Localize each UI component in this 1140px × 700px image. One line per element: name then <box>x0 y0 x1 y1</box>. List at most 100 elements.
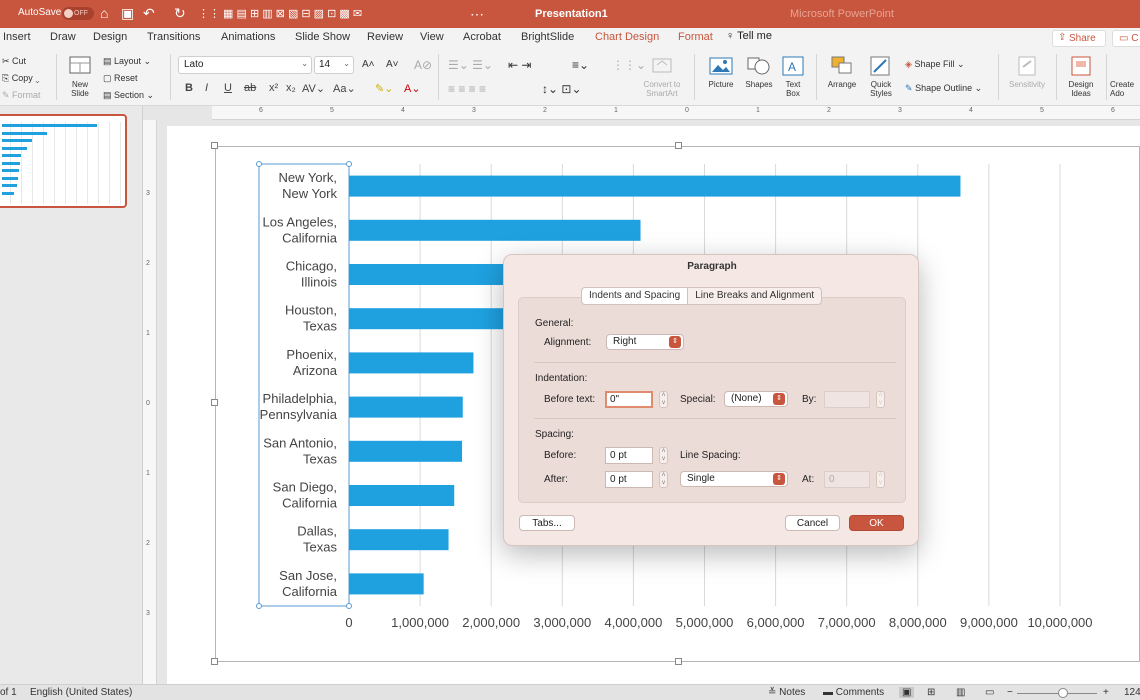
category-label: California <box>282 230 338 245</box>
category-label: Los Angeles, <box>263 214 337 229</box>
alignment-label: Alignment: <box>544 337 592 348</box>
resize-handle[interactable] <box>675 142 682 149</box>
x-tick-label: 7,000,000 <box>818 615 876 630</box>
category-label: California <box>282 584 338 599</box>
spacing-heading: Spacing: <box>535 429 574 440</box>
comments-label: Comments <box>835 687 885 698</box>
x-tick-label: 8,000,000 <box>889 615 947 630</box>
tab-line-breaks[interactable]: Line Breaks and Alignment <box>688 288 821 304</box>
zoom-slider-track[interactable] <box>1017 693 1097 694</box>
resize-handle[interactable] <box>211 658 218 665</box>
x-tick-label: 0 <box>345 615 352 630</box>
reading-view-icon[interactable]: ▥ <box>956 687 965 698</box>
status-bar: of 1 English (United States) ≚ Notes ▬ C… <box>0 684 1140 700</box>
after-spacing-stepper[interactable]: ˄ ˅ <box>659 471 668 488</box>
notes-button[interactable]: ≚ Notes <box>768 687 805 698</box>
by-label: By: <box>802 394 817 405</box>
at-input[interactable]: 0 <box>824 471 870 488</box>
slideshow-icon[interactable]: ▭ <box>985 687 994 698</box>
line-spacing-label: Line Spacing: <box>680 450 741 461</box>
ok-button[interactable]: OK <box>849 515 904 531</box>
language-status[interactable]: English (United States) <box>30 687 132 698</box>
category-label: Phoenix, <box>286 347 337 362</box>
resize-handle[interactable] <box>675 658 682 665</box>
zoom-out-icon[interactable]: − <box>1007 687 1013 698</box>
selection-handle <box>346 603 352 609</box>
category-label: Texas <box>303 451 337 466</box>
category-label: Texas <box>303 319 337 334</box>
after-spacing-input[interactable]: 0 pt <box>605 471 653 488</box>
category-label: San Antonio, <box>263 435 337 450</box>
category-label: New York <box>282 186 337 201</box>
zoom-slider-thumb[interactable] <box>1058 688 1068 698</box>
before-text-input[interactable]: 0" <box>605 391 653 408</box>
before-label: Before: <box>544 450 577 461</box>
cancel-button[interactable]: Cancel <box>785 515 840 531</box>
category-label: Pennsylvania <box>260 407 338 422</box>
alignment-select[interactable]: Right ⇕ <box>606 334 684 350</box>
category-label: San Diego, <box>273 480 337 495</box>
chart-bar[interactable] <box>349 219 641 241</box>
chart-bar[interactable] <box>349 573 424 595</box>
comments-status-button[interactable]: ▬ Comments <box>823 687 884 698</box>
special-label: Special: <box>680 394 716 405</box>
selection-handle <box>346 161 352 167</box>
chart-bar[interactable] <box>349 396 463 418</box>
chart-bar[interactable] <box>349 485 455 506</box>
category-label: Arizona <box>293 363 338 378</box>
zoom-level[interactable]: 124 <box>1124 687 1140 698</box>
line-spacing-select[interactable]: Single ⇕ <box>680 471 788 487</box>
before-text-stepper[interactable]: ˄ ˅ <box>659 391 668 408</box>
slide-counter: of 1 <box>0 687 17 698</box>
resize-handle[interactable] <box>211 399 218 406</box>
chart-bar[interactable] <box>349 352 474 374</box>
normal-view-icon[interactable]: ▣ <box>899 687 915 698</box>
before-spacing-stepper[interactable]: ˄ ˅ <box>659 447 668 464</box>
chart-bar[interactable] <box>349 440 463 462</box>
comment-icon: ▬ <box>823 687 833 698</box>
zoom-in-icon[interactable]: + <box>1103 687 1109 698</box>
x-tick-label: 1,000,000 <box>391 615 449 630</box>
chevron-updown-icon: ⇕ <box>773 473 785 485</box>
paragraph-dialog: Paragraph Indents and Spacing Line Break… <box>503 254 919 546</box>
by-input[interactable] <box>824 391 870 408</box>
tabs-button[interactable]: Tabs... <box>519 515 575 531</box>
category-label: Houston, <box>285 303 337 318</box>
category-label: Dallas, <box>297 524 337 539</box>
divider <box>534 362 896 363</box>
at-stepper[interactable]: ˄ ˅ <box>876 471 885 488</box>
divider <box>534 418 896 419</box>
dialog-title: Paragraph <box>687 261 737 272</box>
selection-handle <box>256 161 262 167</box>
category-label: Illinois <box>301 275 338 290</box>
x-tick-label: 3,000,000 <box>533 615 591 630</box>
after-label: After: <box>544 474 568 485</box>
indentation-heading: Indentation: <box>535 373 588 384</box>
notes-label: Notes <box>779 687 806 698</box>
resize-handle[interactable] <box>211 142 218 149</box>
notes-icon: ≚ <box>768 687 777 698</box>
slide-sorter-icon[interactable]: ⊞ <box>927 687 935 698</box>
x-tick-label: 5,000,000 <box>676 615 734 630</box>
chart-bar[interactable] <box>349 308 513 330</box>
category-label: Chicago, <box>286 259 337 274</box>
tab-indents-spacing[interactable]: Indents and Spacing <box>582 288 689 304</box>
alignment-value: Right <box>613 336 637 347</box>
x-tick-label: 6,000,000 <box>747 615 805 630</box>
chevron-updown-icon: ⇕ <box>669 336 681 348</box>
selection-handle <box>256 603 262 609</box>
at-label: At: <box>802 474 815 485</box>
category-label: San Jose, <box>279 568 337 583</box>
category-label: Philadelphia, <box>263 391 337 406</box>
dialog-tabs: Indents and Spacing Line Breaks and Alig… <box>581 287 823 305</box>
x-tick-label: 4,000,000 <box>604 615 662 630</box>
chart-bar[interactable] <box>349 175 961 197</box>
x-tick-label: 2,000,000 <box>462 615 520 630</box>
special-select[interactable]: (None) ⇕ <box>724 391 788 407</box>
before-spacing-input[interactable]: 0 pt <box>605 447 653 464</box>
chart-bar[interactable] <box>349 529 449 551</box>
category-label: Texas <box>303 540 337 555</box>
category-label: California <box>282 496 338 511</box>
category-label: New York, <box>278 170 337 185</box>
by-stepper[interactable]: ˄ ˅ <box>876 391 885 408</box>
